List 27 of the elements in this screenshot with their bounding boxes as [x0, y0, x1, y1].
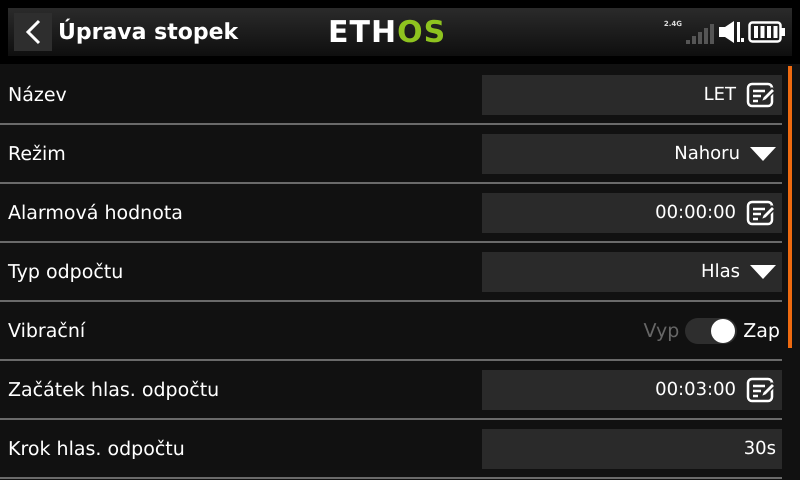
dropdown[interactable]: Nahoru [482, 134, 782, 174]
off-label: Vyp [643, 320, 680, 342]
text-field[interactable]: 00:03:00 [482, 370, 782, 410]
setting-label: Krok hlas. odpočtu [7, 438, 186, 460]
setting-label: Vibrační [7, 320, 86, 342]
setting-label: Typ odpočtu [7, 260, 124, 282]
setting-label: Režim [7, 142, 67, 164]
edit-icon [746, 376, 776, 402]
setting-label: Začátek hlas. odpočtu [7, 378, 220, 400]
on-label: Zap [743, 320, 780, 342]
speaker-icon [718, 20, 744, 44]
dropdown[interactable]: Hlas [482, 252, 782, 292]
caret-icon [750, 146, 776, 160]
setting-label: Alarmová hodnota [7, 202, 184, 224]
battery-icon [748, 20, 786, 44]
back-button[interactable] [14, 13, 52, 51]
text-field[interactable]: 00:00:00 [482, 192, 782, 232]
page-title: Úprava stopek [58, 20, 240, 44]
number-field[interactable]: 30s [482, 428, 782, 468]
back-icon [25, 19, 41, 45]
setting-label: Název [7, 84, 68, 106]
logo: ETHOS [328, 14, 446, 50]
toggle-switch[interactable] [685, 318, 738, 344]
edit-icon [746, 82, 776, 108]
text-field[interactable]: LET [482, 74, 782, 114]
edit-icon [746, 200, 776, 226]
caret-icon [750, 264, 776, 278]
